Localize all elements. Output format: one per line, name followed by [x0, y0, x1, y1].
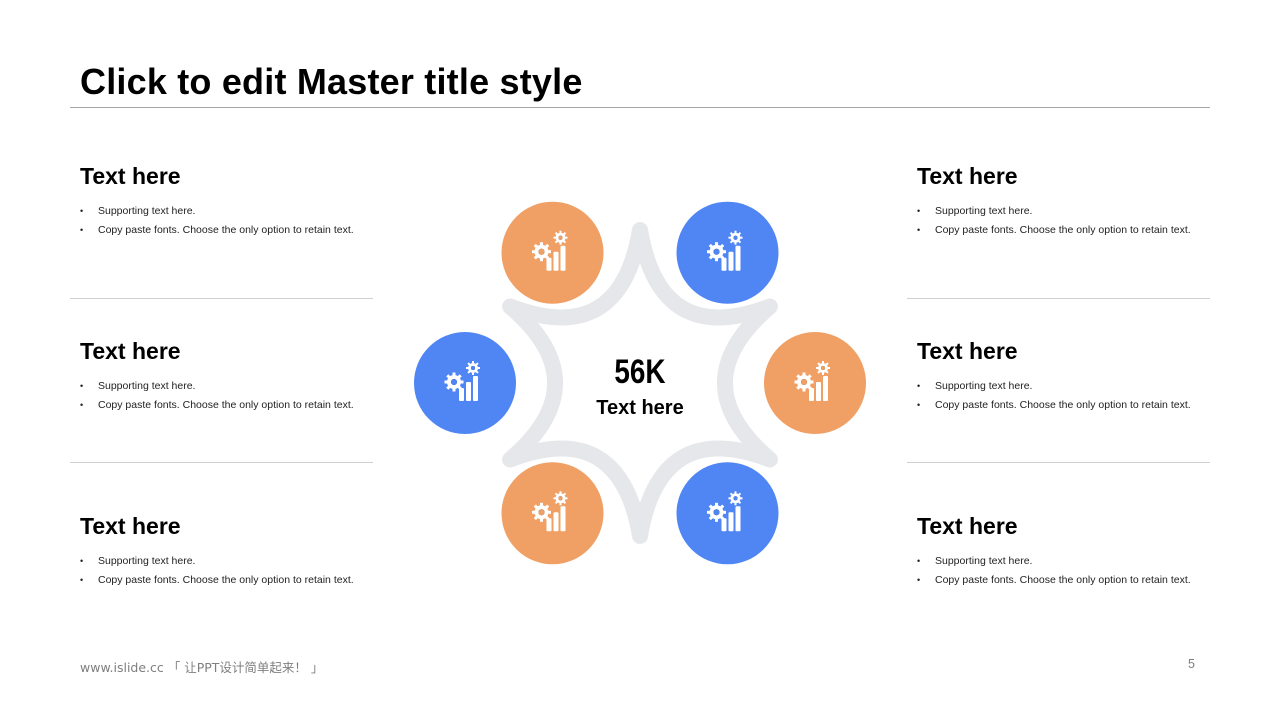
bullet-list: Supporting text here. Copy paste fonts. … [80, 552, 380, 590]
title-divider [70, 107, 1210, 108]
bullet-list: Supporting text here. Copy paste fonts. … [917, 377, 1217, 415]
gear-hole [538, 509, 545, 516]
bullet-list: Supporting text here. Copy paste fonts. … [917, 202, 1217, 240]
gear-hole [538, 248, 545, 255]
block-heading: Text here [917, 163, 1018, 189]
block-heading: Text here [80, 163, 181, 189]
text-block-right-2[interactable]: Text here Supporting text here. Copy pas… [917, 337, 1217, 415]
node-circle [676, 201, 779, 304]
text-block-right-3[interactable]: Text here Supporting text here. Copy pas… [917, 512, 1217, 590]
bullet-item: Copy paste fonts. Choose the only option… [80, 396, 380, 415]
node-circle [501, 462, 604, 565]
gear-bar-chart-icon [794, 361, 830, 401]
bullet-item: Supporting text here. [80, 377, 380, 396]
bullet-item: Supporting text here. [917, 377, 1217, 396]
block-heading: Text here [917, 513, 1018, 539]
node-circle [764, 332, 866, 434]
block-heading: Text here [80, 513, 181, 539]
gear-hole [558, 496, 563, 501]
bullet-list: Supporting text here. Copy paste fonts. … [80, 377, 380, 415]
text-block-left-3[interactable]: Text here Supporting text here. Copy pas… [80, 512, 380, 590]
text-block-left-1[interactable]: Text here Supporting text here. Copy pas… [80, 162, 380, 240]
diagram-node-5[interactable] [501, 462, 604, 565]
diagram-node-3[interactable] [764, 332, 866, 434]
slide-title[interactable]: Click to edit Master title style [80, 60, 583, 104]
bullet-item: Supporting text here. [917, 202, 1217, 221]
node-circle [501, 201, 604, 304]
node-circle [414, 332, 516, 434]
gear-bar-chart-icon [532, 230, 568, 271]
text-block-left-2[interactable]: Text here Supporting text here. Copy pas… [80, 337, 380, 415]
bullet-item: Copy paste fonts. Choose the only option… [917, 396, 1217, 415]
gear-hole [821, 366, 825, 370]
gear-bar-chart-icon [444, 361, 480, 401]
bullet-item: Copy paste fonts. Choose the only option… [80, 221, 380, 240]
gear-hole [713, 509, 720, 516]
bullet-item: Copy paste fonts. Choose the only option… [80, 571, 380, 590]
gear-hole [801, 379, 807, 385]
diagram-node-1[interactable] [501, 201, 604, 304]
left-divider-1 [70, 298, 373, 299]
right-divider-2 [907, 462, 1210, 463]
bullet-item: Supporting text here. [80, 552, 380, 571]
left-divider-2 [70, 462, 373, 463]
bullet-item: Supporting text here. [917, 552, 1217, 571]
gear-bar-chart-icon [707, 491, 743, 532]
gear-hole [733, 496, 738, 501]
block-heading: Text here [80, 338, 181, 364]
center-label: Text here [596, 397, 684, 419]
footer-text: www.islide.cc 「 让PPT设计简单起来！ 」 [80, 660, 324, 675]
gear-hole [558, 235, 563, 240]
center-value: 56K [614, 353, 666, 391]
bullet-item: Copy paste fonts. Choose the only option… [917, 571, 1217, 590]
page-number: 5 [1188, 657, 1195, 671]
bullet-item: Copy paste fonts. Choose the only option… [917, 221, 1217, 240]
gear-bar-chart-icon [532, 491, 568, 532]
text-block-right-1[interactable]: Text here Supporting text here. Copy pas… [917, 162, 1217, 240]
node-circle [676, 462, 779, 565]
bullet-item: Supporting text here. [80, 202, 380, 221]
diagram-node-2[interactable] [676, 201, 779, 304]
gear-hole [471, 366, 475, 370]
gear-bar-chart-icon [707, 230, 743, 271]
gear-hole [451, 379, 457, 385]
bullet-list: Supporting text here. Copy paste fonts. … [80, 202, 380, 240]
right-divider-1 [907, 298, 1210, 299]
bullet-list: Supporting text here. Copy paste fonts. … [917, 552, 1217, 590]
block-heading: Text here [917, 338, 1018, 364]
gear-hole [713, 248, 720, 255]
gear-hole [733, 235, 738, 240]
diagram-node-4[interactable] [676, 462, 779, 565]
diagram-node-6[interactable] [414, 332, 516, 434]
